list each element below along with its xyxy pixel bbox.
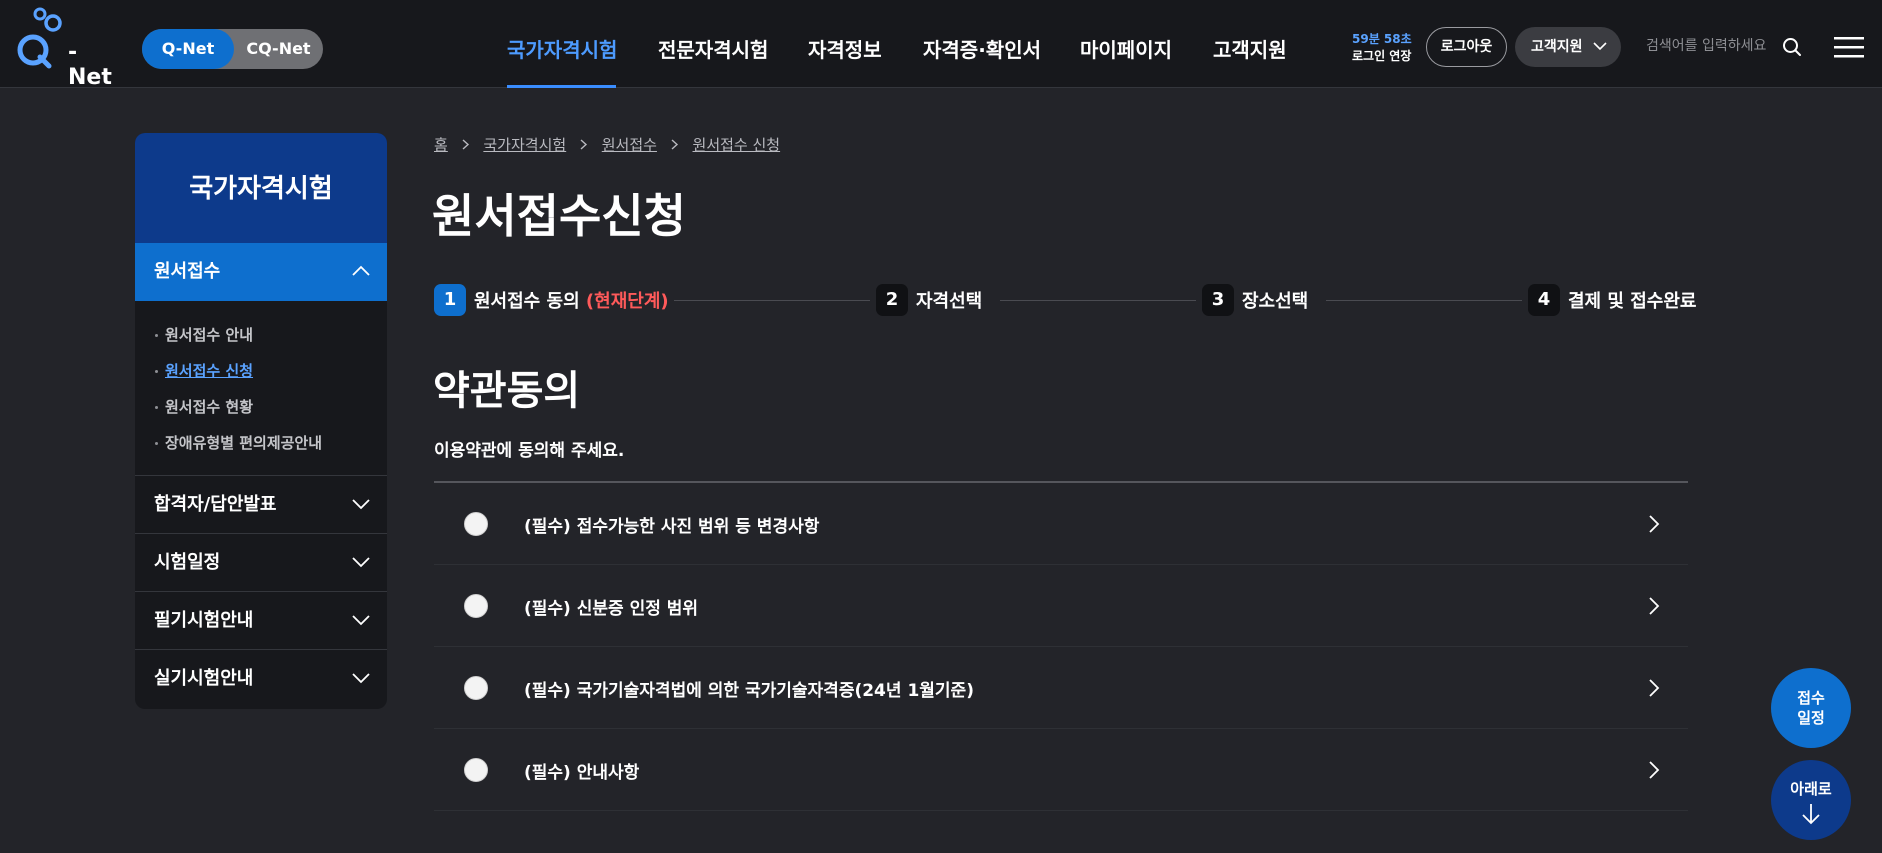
breadcrumb-home[interactable]: 홈 xyxy=(434,136,448,154)
support-dropdown[interactable]: 고객지원 xyxy=(1515,27,1621,67)
nav-certificates[interactable]: 자격증·확인서 xyxy=(923,34,1041,63)
scroll-down-button[interactable]: 아래로 xyxy=(1771,760,1851,840)
sidebar-sub-application-guide[interactable]: 원서접수 안내 xyxy=(154,317,387,353)
section-title: 약관동의 xyxy=(433,368,581,414)
step-label: 결제 및 접수완료 xyxy=(1568,291,1697,312)
chevron-right-icon xyxy=(671,139,678,150)
step-indicator: 1 원서접수 동의 (현재단계) 2 자격선택 3 장소선택 4 결제 및 접수완료 xyxy=(434,284,1696,316)
terms-list: (필수) 접수가능한 사진 범위 등 변경사항 (필수) 신분증 인정 범위 (… xyxy=(434,481,1688,811)
support-dropdown-label: 고객지원 xyxy=(1531,39,1583,55)
sidebar-category-label: 시험일정 xyxy=(154,552,221,573)
page-title: 원서접수신청 xyxy=(432,189,686,243)
sidebar: 국가자격시험 원서접수 원서접수 안내 원서접수 신청 원서접수 현황 장애유형… xyxy=(135,133,387,709)
q-net-logo-icon xyxy=(17,7,62,69)
term-row-photo[interactable]: (필수) 접수가능한 사진 범위 등 변경사항 xyxy=(434,483,1688,565)
term-label: (필수) 접수가능한 사진 범위 등 변경사항 xyxy=(524,517,820,537)
step-label-text: 원서접수 동의 xyxy=(474,291,580,312)
chevron-down-icon xyxy=(352,499,370,510)
sidebar-category-application[interactable]: 원서접수 xyxy=(135,243,387,301)
section-description: 이용약관에 동의해 주세요. xyxy=(434,441,625,461)
step-number: 3 xyxy=(1202,284,1234,316)
arrow-down-icon xyxy=(1802,804,1820,825)
term-row-notice[interactable]: (필수) 안내사항 xyxy=(434,729,1688,811)
nav-professional-exam[interactable]: 전문자격시험 xyxy=(658,34,768,63)
agree-radio[interactable] xyxy=(464,676,488,700)
nav-active-underline xyxy=(507,85,616,88)
chevron-right-icon xyxy=(580,139,588,150)
sidebar-submenu: 원서접수 안내 원서접수 신청 원서접수 현황 장애유형별 편의제공안내 xyxy=(135,301,387,475)
sidebar-sub-application-request[interactable]: 원서접수 신청 xyxy=(154,353,387,389)
nav-mypage[interactable]: 마이페이지 xyxy=(1080,34,1172,63)
term-label: (필수) 국가기술자격법에 의한 국가기술자격증(24년 1월기준) xyxy=(524,681,974,701)
agree-radio[interactable] xyxy=(464,758,488,782)
nav-qualification-info[interactable]: 자격정보 xyxy=(808,34,882,63)
breadcrumb: 홈 국가자격시험 원서접수 원서접수 신청 xyxy=(434,134,780,155)
chevron-right-icon[interactable] xyxy=(1648,678,1660,698)
schedule-floating-button[interactable]: 접수 일정 xyxy=(1771,668,1851,748)
sidebar-sub-accessibility-guide[interactable]: 장애유형별 편의제공안내 xyxy=(154,425,387,461)
breadcrumb-national-exam[interactable]: 국가자격시험 xyxy=(483,136,566,154)
step-4: 4 결제 및 접수완료 xyxy=(1528,284,1696,316)
chevron-right-icon[interactable] xyxy=(1648,514,1660,534)
chevron-up-icon xyxy=(352,265,370,276)
scroll-down-label: 아래로 xyxy=(1790,780,1832,798)
schedule-line1: 접수 xyxy=(1797,689,1825,707)
hamburger-menu-icon[interactable] xyxy=(1834,35,1864,59)
step-number: 4 xyxy=(1528,284,1560,316)
nav-national-exam[interactable]: 국가자격시험 xyxy=(507,34,617,63)
cq-net-toggle-button[interactable]: CQ-Net xyxy=(234,29,323,69)
step-number: 1 xyxy=(434,284,466,316)
current-step-tag: (현재단계) xyxy=(585,291,669,312)
step-number: 2 xyxy=(876,284,908,316)
step-3: 3 장소선택 xyxy=(1202,284,1308,316)
agree-radio[interactable] xyxy=(464,594,488,618)
timer-remaining: 59분 58초 xyxy=(1352,32,1412,46)
schedule-line2: 일정 xyxy=(1797,709,1825,727)
nav-support[interactable]: 고객지원 xyxy=(1213,34,1287,63)
chevron-down-icon xyxy=(352,615,370,626)
sidebar-category-results[interactable]: 합격자/답안발표 xyxy=(135,475,387,533)
sidebar-sub-application-status[interactable]: 원서접수 현황 xyxy=(154,389,387,425)
agree-radio[interactable] xyxy=(464,512,488,536)
chevron-right-icon xyxy=(462,139,469,150)
chevron-right-icon[interactable] xyxy=(1648,596,1660,616)
chevron-right-icon[interactable] xyxy=(1648,760,1660,780)
logout-button[interactable]: 로그아웃 xyxy=(1426,27,1507,67)
sidebar-category-label: 필기시험안내 xyxy=(154,610,254,631)
sidebar-category-written-exam[interactable]: 필기시험안내 xyxy=(135,591,387,649)
term-row-certificate[interactable]: (필수) 국가기술자격법에 의한 국가기술자격증(24년 1월기준) xyxy=(434,647,1688,729)
term-label: (필수) 안내사항 xyxy=(524,763,640,783)
chevron-down-icon xyxy=(352,557,370,568)
search-input[interactable] xyxy=(1646,34,1776,58)
term-label: (필수) 신분증 인정 범위 xyxy=(524,599,699,619)
q-net-logo[interactable]: - Net xyxy=(16,6,112,90)
step-label: 장소선택 xyxy=(1242,291,1309,312)
term-row-id[interactable]: (필수) 신분증 인정 범위 xyxy=(434,565,1688,647)
header: - Net Q-Net CQ-Net 국가자격시험 전문자격시험 자격정보 자격… xyxy=(0,0,1882,90)
login-extend-link[interactable]: 로그인 연장 xyxy=(1352,48,1412,65)
sidebar-category-schedule[interactable]: 시험일정 xyxy=(135,533,387,591)
breadcrumb-application-request[interactable]: 원서접수 신청 xyxy=(693,136,781,154)
step-connector xyxy=(674,300,870,301)
step-connector xyxy=(1326,300,1522,301)
session-timer: 59분 58초 로그인 연장 xyxy=(1352,31,1412,65)
sidebar-category-label: 실기시험안내 xyxy=(154,668,254,689)
sidebar-category-label: 합격자/답안발표 xyxy=(154,494,277,515)
logo-text: - Net xyxy=(68,40,112,90)
search-icon[interactable] xyxy=(1782,37,1802,57)
step-label: 원서접수 동의 (현재단계) xyxy=(474,287,669,313)
step-connector xyxy=(1000,300,1196,301)
site-toggle: Q-Net CQ-Net xyxy=(142,29,323,69)
step-label: 자격선택 xyxy=(916,291,983,312)
chevron-down-icon xyxy=(1593,42,1607,51)
step-1: 1 원서접수 동의 (현재단계) xyxy=(434,284,669,316)
step-2: 2 자격선택 xyxy=(876,284,982,316)
chevron-down-icon xyxy=(352,673,370,684)
sidebar-category-practical-exam[interactable]: 실기시험안내 xyxy=(135,649,387,707)
sidebar-category-label: 원서접수 xyxy=(154,261,221,282)
sidebar-title: 국가자격시험 xyxy=(135,133,387,243)
breadcrumb-application[interactable]: 원서접수 xyxy=(602,136,657,154)
q-net-toggle-button[interactable]: Q-Net xyxy=(142,29,234,69)
